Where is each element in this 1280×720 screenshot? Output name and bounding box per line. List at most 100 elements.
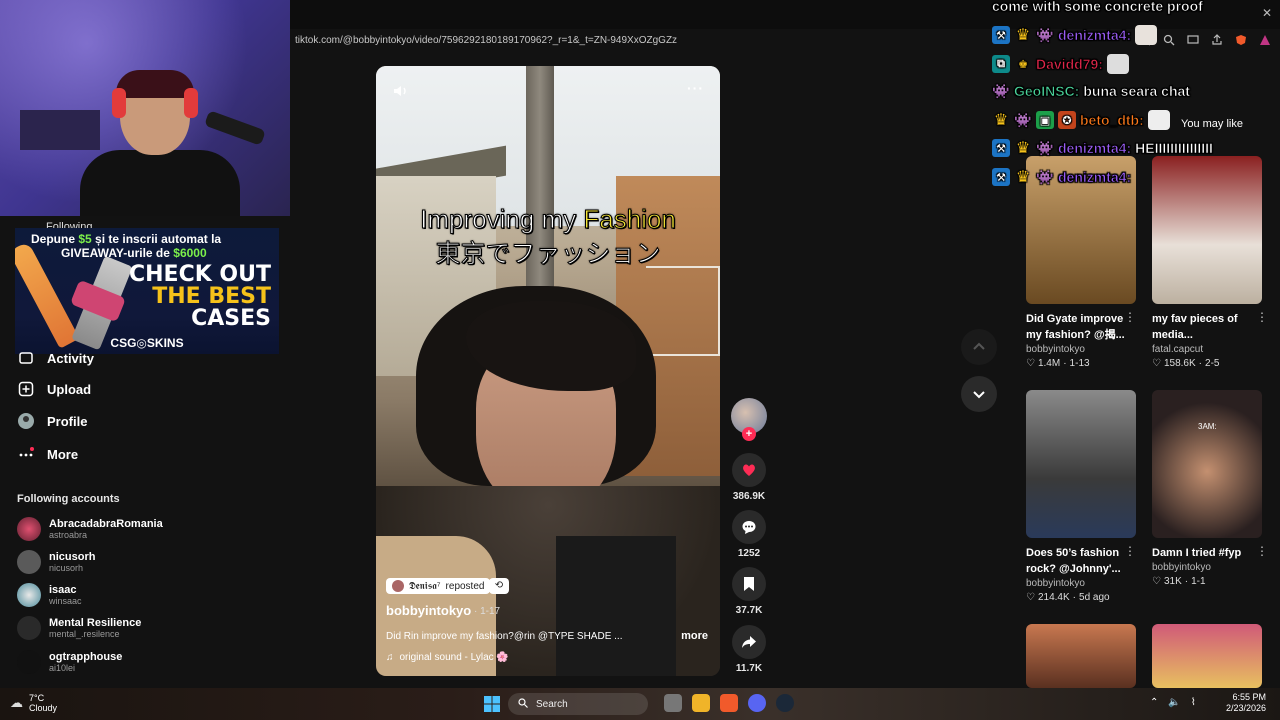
account-handle: astroabra — [49, 529, 88, 540]
network-icon[interactable]: ⌇ — [1191, 697, 1196, 708]
recommended-video-card[interactable]: ⋮ my fav pieces of media... fatal.capcut… — [1152, 156, 1268, 369]
clock-time: 6:55 PM — [1232, 692, 1266, 702]
reposted-badge[interactable]: 𝕯𝖊𝖓𝖎𝖘𝖆⁷ reposted — [386, 578, 491, 594]
taskbar-apps — [664, 694, 794, 712]
following-accounts-heading: Following accounts — [17, 493, 120, 505]
upload-icon — [17, 380, 35, 398]
video-thumbnail[interactable] — [1026, 390, 1136, 538]
flame-badge-icon: ✪ — [1058, 111, 1076, 129]
recommended-video-card[interactable]: 3AM: ⋮ Damn I tried #fyp bobbyintokyo ♡ 3… — [1152, 390, 1268, 587]
save-action[interactable]: 37.7K — [731, 567, 767, 616]
steam-icon[interactable] — [776, 694, 794, 712]
video-thumbnail[interactable]: 3AM: — [1152, 390, 1262, 538]
like-action[interactable]: 386.9K — [731, 453, 767, 502]
nav-activity-label: Activity — [47, 350, 94, 366]
heart-outline-icon: ♡ — [1026, 592, 1035, 603]
emote-icon — [1135, 25, 1158, 45]
save-count: 37.7K — [735, 605, 763, 616]
share-action[interactable]: 11.7K — [731, 625, 767, 674]
card-options-icon[interactable]: ⋮ — [1124, 310, 1136, 324]
card-title[interactable]: my fav pieces of media... — [1152, 311, 1252, 343]
recommended-video-card[interactable] — [1026, 624, 1136, 688]
weather-widget[interactable]: ☁ 7°C Cloudy — [10, 693, 57, 713]
subscriber-badge-icon: ⧉ — [992, 55, 1010, 73]
windows-start-icon[interactable] — [484, 696, 500, 712]
card-date: 2-5 — [1205, 358, 1220, 369]
taskbar-search[interactable]: Search — [508, 693, 648, 715]
nav-profile-label: Profile — [47, 413, 88, 429]
taskbar-clock[interactable]: 6:55 PM 2/23/2026 — [1226, 692, 1266, 714]
following-account[interactable]: isaac winsaac — [17, 583, 82, 607]
video-thumbnail[interactable] — [1152, 624, 1262, 688]
nav-activity[interactable]: Activity — [17, 349, 94, 367]
account-handle: mental_.resilence — [49, 628, 120, 639]
next-video-button[interactable] — [961, 376, 997, 412]
card-author[interactable]: bobbyintokyo — [1152, 562, 1262, 573]
video-options-icon[interactable]: ··· — [687, 80, 704, 96]
share-arrow-icon[interactable] — [732, 625, 766, 659]
avatar — [17, 550, 41, 574]
card-author[interactable]: bobbyintokyo — [1026, 344, 1136, 355]
more-dots-icon — [17, 445, 35, 463]
emote-icon — [1147, 110, 1170, 130]
comment-icon[interactable] — [732, 510, 766, 544]
video-sound[interactable]: ♫ original sound - Lylac 🌸 — [386, 652, 509, 663]
rewards-icon[interactable] — [1258, 33, 1272, 47]
windows-taskbar: ☁ 7°C Cloudy Search ⌃ 🔈 ⌇ 6:55 PM 2/23/20… — [0, 688, 1280, 720]
card-date: 1-13 — [1069, 358, 1090, 369]
video-caption-en: Improving my Fashion — [420, 204, 677, 235]
nav-more[interactable]: More — [17, 445, 78, 463]
csgoskins-ad: Depune $5 și te inscrii automat la GIVEA… — [15, 228, 279, 354]
nav-upload[interactable]: Upload — [17, 380, 91, 398]
following-account[interactable]: AbracadabraRomania astroabra — [17, 517, 163, 541]
volume-icon[interactable] — [392, 82, 410, 100]
previous-video-button[interactable] — [961, 329, 997, 365]
share-icon[interactable] — [1210, 33, 1224, 47]
comment-action[interactable]: 1252 — [731, 510, 767, 559]
account-handle: ai10lei — [49, 662, 76, 673]
bookmark-icon[interactable] — [732, 567, 766, 601]
brave-shield-icon[interactable] — [1234, 33, 1248, 47]
description-more-button[interactable]: more — [681, 630, 708, 642]
chevron-up-icon[interactable]: ⌃ — [1150, 697, 1158, 708]
recommended-video-card[interactable]: ⋮ Does 50’s fashion rock? @Johnny'... bo… — [1026, 390, 1136, 603]
card-title[interactable]: Damn I tried #fyp — [1152, 545, 1252, 561]
card-options-icon[interactable]: ⋮ — [1256, 544, 1268, 558]
cast-icon[interactable] — [1186, 33, 1200, 47]
video-description: Did Rin improve my fashion?@rin @TYPE SH… — [386, 631, 623, 642]
screen: ✕ tiktok.com/@bobbyintokyo/video/7596292… — [0, 0, 1280, 720]
streamer-webcam — [0, 0, 290, 216]
window-close-icon[interactable]: ✕ — [1262, 6, 1272, 20]
card-title[interactable]: Does 50’s fashion rock? @Johnny'... — [1026, 545, 1126, 577]
following-account[interactable]: ogtrapphouse ai10lei — [17, 650, 122, 674]
heart-icon[interactable] — [732, 453, 766, 487]
file-explorer-icon[interactable] — [692, 694, 710, 712]
brave-browser-icon[interactable] — [720, 694, 738, 712]
chat-username: denizmta4: — [1058, 27, 1132, 44]
crown-badge-icon: ♛ — [993, 112, 1009, 129]
card-author[interactable]: fatal.capcut — [1152, 344, 1262, 355]
recommended-video-card[interactable]: ⋮ Did Gyate improve my fashion? @揭... bo… — [1026, 156, 1136, 369]
card-author[interactable]: bobbyintokyo — [1026, 578, 1136, 589]
nav-profile[interactable]: Profile — [17, 412, 87, 430]
chat-text: come with some concrete proof — [992, 0, 1203, 14]
avatar — [17, 583, 41, 607]
follow-plus-icon[interactable]: + — [742, 427, 756, 441]
following-account[interactable]: nicusorh nicusorh — [17, 550, 95, 574]
video-player[interactable]: ··· Improving my Fashion 東京でファッション 𝕯𝖊𝖓𝖎𝖘… — [376, 66, 720, 676]
video-thumbnail[interactable] — [1152, 156, 1262, 304]
video-thumbnail[interactable] — [1026, 624, 1136, 688]
card-options-icon[interactable]: ⋮ — [1256, 310, 1268, 324]
task-view-icon[interactable] — [664, 694, 682, 712]
card-options-icon[interactable]: ⋮ — [1124, 544, 1136, 558]
video-author[interactable]: bobbyintokyo — [386, 603, 471, 618]
following-account[interactable]: Mental Resilience mental_.resilence — [17, 616, 141, 640]
card-title[interactable]: Did Gyate improve my fashion? @揭... — [1026, 311, 1126, 343]
volume-icon[interactable]: 🔈 — [1168, 697, 1180, 708]
discord-icon[interactable] — [748, 694, 766, 712]
recommended-video-card[interactable] — [1152, 624, 1262, 688]
repost-icon[interactable]: ⟲ — [489, 578, 509, 594]
zoom-icon[interactable] — [1162, 33, 1176, 47]
alien-badge-icon: 👾 — [1036, 139, 1054, 156]
crown-badge-icon: ♛ — [1015, 169, 1031, 186]
